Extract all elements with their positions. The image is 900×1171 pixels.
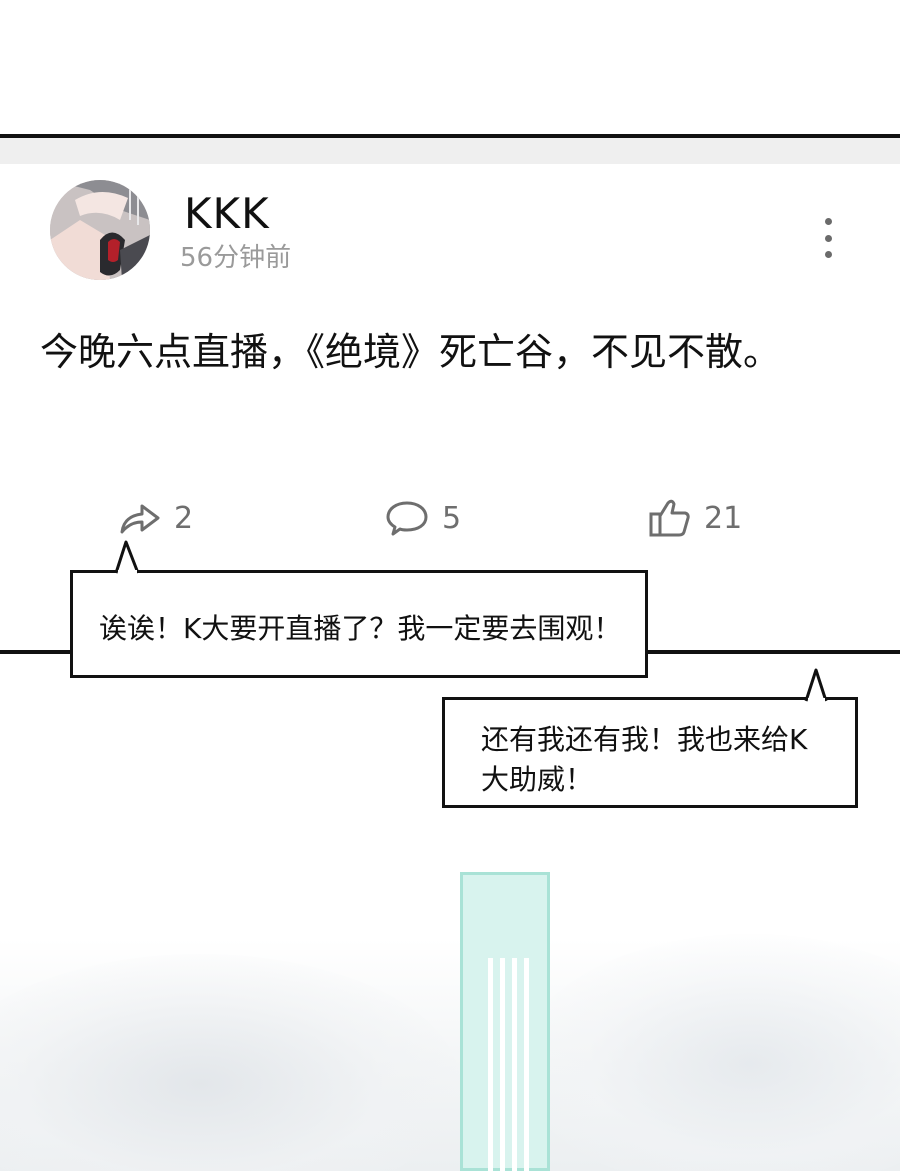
speech-bubble: 还有我还有我！我也来给K 大助威！ — [442, 697, 858, 808]
beam-stripe — [500, 958, 505, 1171]
speech-bubble-tail — [804, 668, 828, 702]
speech-bubble: 诶诶！K大要开直播了？我一定要去围观！ — [70, 570, 648, 678]
speech-bubble-text: 还有我还有我！我也来给K — [481, 723, 808, 756]
fog — [0, 954, 460, 1171]
comment-icon — [386, 501, 428, 536]
comic-page: KKK 56分钟前 今晚六点直播，《绝境》死亡谷，不见不散。 2 5 21 诶诶… — [0, 0, 900, 1171]
thumbs-up-icon — [649, 499, 690, 537]
post-text: 今晚六点直播，《绝境》死亡谷，不见不散。 — [40, 330, 782, 374]
speech-bubble-tail — [114, 540, 140, 574]
post-username[interactable]: KKK — [184, 190, 270, 238]
more-dot — [824, 251, 832, 258]
beam-stripe — [488, 958, 493, 1171]
share-count: 2 — [174, 500, 194, 536]
speech-bubble-text: 大助威！ — [481, 763, 594, 796]
more-dot — [824, 234, 832, 242]
more-dot — [824, 218, 832, 225]
speech-bubble-text: 诶诶！K大要开直播了？我一定要去围观！ — [99, 612, 622, 645]
like-button[interactable]: 21 — [648, 496, 742, 540]
comment-count: 5 — [442, 500, 462, 536]
share-button[interactable]: 2 — [118, 496, 193, 540]
share-icon — [120, 504, 160, 534]
comment-button[interactable]: 5 — [384, 496, 461, 540]
beam-stripe — [512, 958, 517, 1171]
like-count: 21 — [704, 500, 743, 536]
more-vertical-icon[interactable] — [812, 218, 844, 258]
light-beam-stripes — [488, 958, 548, 1171]
beam-stripe — [524, 958, 529, 1171]
avatar-image — [50, 180, 150, 280]
avatar[interactable] — [50, 180, 150, 280]
post-timestamp: 56分钟前 — [180, 243, 292, 273]
post-header-strip — [0, 138, 900, 164]
fog — [520, 934, 900, 1171]
